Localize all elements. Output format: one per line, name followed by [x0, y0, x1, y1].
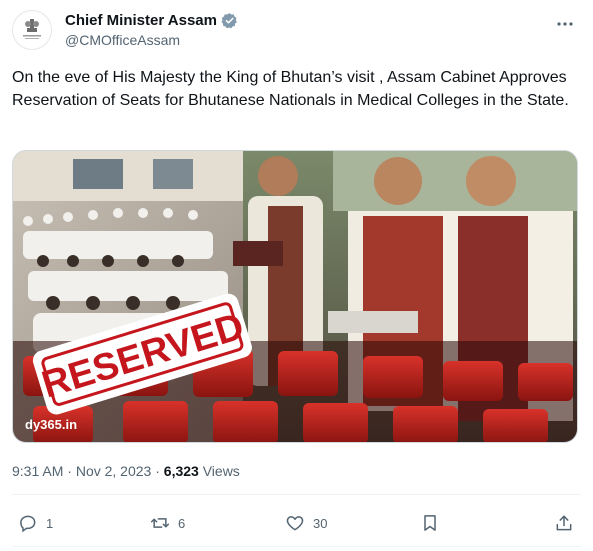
- media-watermark: dy365.in: [25, 417, 77, 432]
- like-count: 30: [313, 515, 328, 531]
- share-button[interactable]: [554, 508, 574, 538]
- heart-icon: [286, 516, 304, 531]
- divider: [12, 546, 581, 547]
- reply-icon: [20, 515, 36, 533]
- tweet-text: On the eve of His Majesty the King of Bh…: [12, 69, 569, 109]
- author-handle[interactable]: @CMOfficeAssam: [65, 32, 238, 48]
- repost-icon: [150, 518, 170, 528]
- repost-count: 6: [178, 515, 186, 531]
- display-name-row[interactable]: Chief Minister Assam: [65, 12, 238, 29]
- tweet-media-image[interactable]: RESERVED dy365.in: [12, 150, 578, 443]
- reply-button[interactable]: 1: [18, 508, 53, 538]
- tweet-actions: 1 6 30: [12, 508, 581, 538]
- avatar[interactable]: [12, 10, 52, 50]
- tweet-header: Chief Minister Assam @CMOfficeAssam: [12, 10, 581, 58]
- government-emblem-icon: [23, 19, 41, 39]
- bookmark-icon: [424, 515, 436, 531]
- verified-badge-icon[interactable]: [221, 12, 238, 29]
- like-button[interactable]: 30: [285, 508, 327, 538]
- tweet-meta: 9:31 AM · Nov 2, 2023 · 6,323 Views: [12, 463, 240, 479]
- bookmark-button[interactable]: [420, 508, 440, 538]
- divider: [12, 494, 581, 495]
- views-label: Views: [198, 463, 240, 479]
- reply-count: 1: [46, 515, 54, 531]
- meta-separator: ·: [151, 463, 164, 479]
- meta-separator: ·: [63, 463, 76, 479]
- tweet-date[interactable]: Nov 2, 2023: [76, 463, 152, 479]
- more-options-icon[interactable]: [555, 14, 575, 34]
- author-display-name[interactable]: Chief Minister Assam: [65, 12, 217, 29]
- tweet-time[interactable]: 9:31 AM: [12, 463, 63, 479]
- views-count[interactable]: 6,323: [164, 463, 199, 479]
- repost-button[interactable]: 6: [150, 508, 185, 538]
- share-icon: [556, 515, 572, 531]
